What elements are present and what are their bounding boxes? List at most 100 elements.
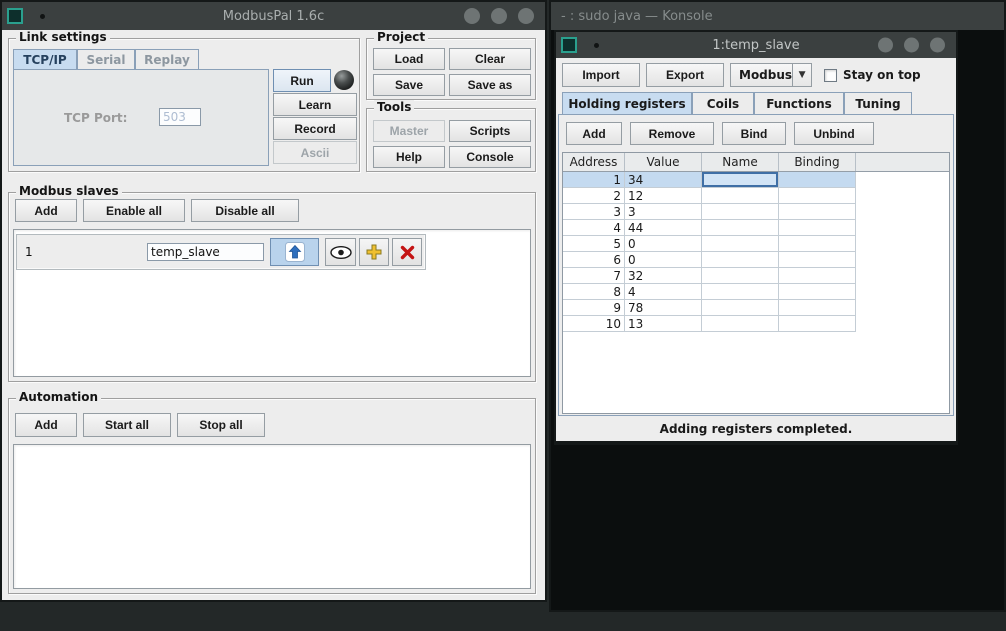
import-button[interactable]: Import	[562, 63, 640, 87]
slave-enable-toggle[interactable]	[270, 238, 319, 266]
slave-dialog-titlebar[interactable]: 1:temp_slave	[556, 32, 956, 58]
table-row[interactable]: 10 13	[563, 316, 949, 332]
cell-value[interactable]: 4	[625, 284, 702, 300]
cell-name[interactable]	[702, 316, 779, 332]
load-button[interactable]: Load	[373, 48, 445, 70]
cell-name[interactable]	[702, 172, 779, 188]
dialog-close-button[interactable]	[930, 38, 945, 53]
slave-delete-button[interactable]	[392, 238, 422, 266]
cell-binding[interactable]	[779, 204, 856, 220]
stop-all-button[interactable]: Stop all	[177, 413, 265, 437]
save-as-button[interactable]: Save as	[449, 74, 531, 96]
cell-binding[interactable]	[779, 236, 856, 252]
cell-address[interactable]: 5	[563, 236, 625, 252]
cell-binding[interactable]	[779, 172, 856, 188]
cell-name[interactable]	[702, 300, 779, 316]
konsole-titlebar[interactable]: - : sudo java — Konsole	[551, 2, 1004, 30]
unbind-button[interactable]: Unbind	[794, 122, 874, 145]
cell-name[interactable]	[702, 204, 779, 220]
tab-holding-registers[interactable]: Holding registers	[562, 92, 692, 114]
cell-name[interactable]	[702, 236, 779, 252]
cell-binding[interactable]	[779, 268, 856, 284]
slave-duplicate-button[interactable]	[359, 238, 389, 266]
cell-binding[interactable]	[779, 220, 856, 236]
cell-address[interactable]: 1	[563, 172, 625, 188]
run-button[interactable]: Run	[273, 69, 331, 92]
bind-button[interactable]: Bind	[722, 122, 786, 145]
slave-row[interactable]: 1	[16, 234, 426, 270]
learn-button[interactable]: Learn	[273, 93, 357, 116]
console-button[interactable]: Console	[449, 146, 531, 168]
cell-binding[interactable]	[779, 188, 856, 204]
cell-name[interactable]	[702, 220, 779, 236]
table-row[interactable]: 8 4	[563, 284, 949, 300]
table-row[interactable]: 3 3	[563, 204, 949, 220]
cell-name[interactable]	[702, 188, 779, 204]
export-button[interactable]: Export	[646, 63, 724, 87]
cell-binding[interactable]	[779, 316, 856, 332]
table-row[interactable]: 4 44	[563, 220, 949, 236]
cell-value[interactable]: 44	[625, 220, 702, 236]
header-value[interactable]: Value	[625, 153, 702, 171]
slave-view-button[interactable]	[325, 238, 356, 266]
registers-table-scrollpane[interactable]: Address Value Name Binding 1 34 2 12 3 3	[562, 152, 950, 414]
cell-address[interactable]: 8	[563, 284, 625, 300]
cell-value[interactable]: 32	[625, 268, 702, 284]
modbus-combo[interactable]: Modbus ▼	[730, 63, 812, 87]
table-row[interactable]: 5 0	[563, 236, 949, 252]
cell-value[interactable]: 12	[625, 188, 702, 204]
table-row[interactable]: 7 32	[563, 268, 949, 284]
help-button[interactable]: Help	[373, 146, 445, 168]
dialog-maximize-button[interactable]	[904, 38, 919, 53]
header-binding[interactable]: Binding	[779, 153, 856, 171]
cell-value[interactable]: 13	[625, 316, 702, 332]
table-row[interactable]: 9 78	[563, 300, 949, 316]
add-automation-button[interactable]: Add	[15, 413, 77, 437]
cell-address[interactable]: 6	[563, 252, 625, 268]
tcp-port-input[interactable]	[159, 108, 201, 126]
cell-address[interactable]: 7	[563, 268, 625, 284]
tab-coils[interactable]: Coils	[692, 92, 754, 114]
disable-all-button[interactable]: Disable all	[191, 199, 299, 222]
tab-replay[interactable]: Replay	[135, 49, 199, 69]
save-button[interactable]: Save	[373, 74, 445, 96]
slave-name-input[interactable]	[147, 243, 264, 261]
cell-binding[interactable]	[779, 284, 856, 300]
cell-address[interactable]: 9	[563, 300, 625, 316]
table-row[interactable]: 1 34	[563, 172, 949, 188]
modbuspal-titlebar[interactable]: ModbusPal 1.6c	[2, 2, 545, 30]
remove-register-button[interactable]: Remove	[630, 122, 714, 145]
tab-tcpip[interactable]: TCP/IP	[13, 49, 77, 69]
scripts-button[interactable]: Scripts	[449, 120, 531, 142]
table-row[interactable]: 6 0	[563, 252, 949, 268]
header-address[interactable]: Address	[563, 153, 625, 171]
clear-button[interactable]: Clear	[449, 48, 531, 70]
window-menu-icon[interactable]	[7, 8, 23, 24]
cell-binding[interactable]	[779, 252, 856, 268]
cell-value[interactable]: 0	[625, 252, 702, 268]
cell-name[interactable]	[702, 252, 779, 268]
cell-value[interactable]: 78	[625, 300, 702, 316]
cell-binding[interactable]	[779, 300, 856, 316]
cell-name[interactable]	[702, 268, 779, 284]
close-button[interactable]	[518, 8, 534, 24]
dialog-window-menu-icon[interactable]	[561, 37, 577, 53]
tab-serial[interactable]: Serial	[77, 49, 135, 69]
stay-on-top-checkbox[interactable]	[824, 69, 837, 82]
cell-value[interactable]: 3	[625, 204, 702, 220]
cell-address[interactable]: 3	[563, 204, 625, 220]
cell-value[interactable]: 34	[625, 172, 702, 188]
cell-value[interactable]: 0	[625, 236, 702, 252]
dialog-minimize-button[interactable]	[878, 38, 893, 53]
header-name[interactable]: Name	[702, 153, 779, 171]
cell-address[interactable]: 4	[563, 220, 625, 236]
start-all-button[interactable]: Start all	[83, 413, 171, 437]
record-button[interactable]: Record	[273, 117, 357, 140]
maximize-button[interactable]	[491, 8, 507, 24]
cell-address[interactable]: 10	[563, 316, 625, 332]
minimize-button[interactable]	[464, 8, 480, 24]
chevron-down-icon[interactable]: ▼	[792, 64, 811, 86]
cell-name[interactable]	[702, 284, 779, 300]
table-row[interactable]: 2 12	[563, 188, 949, 204]
add-register-button[interactable]: Add	[566, 122, 622, 145]
